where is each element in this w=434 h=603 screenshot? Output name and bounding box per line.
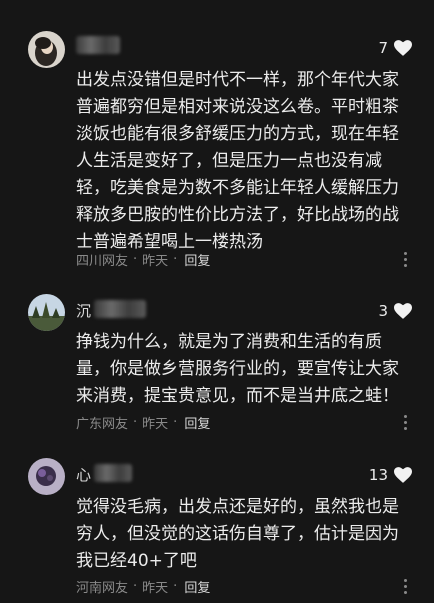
comment-meta: 广东网友 · 昨天 · 回复	[76, 413, 211, 432]
like-button[interactable]: 7	[378, 39, 412, 57]
avatar[interactable]	[28, 458, 65, 495]
like-count: 3	[378, 302, 388, 320]
like-button[interactable]: 3	[378, 302, 412, 320]
comment-meta: 四川网友 · 昨天 · 回复	[76, 250, 211, 269]
username[interactable]: 沉	[76, 300, 91, 321]
location: 广东网友	[76, 417, 129, 432]
location: 河南网友	[76, 581, 129, 596]
heart-icon	[394, 467, 412, 483]
comment-text: 觉得没毛病，出发点还是好的，虽然我也是 穷人，但没觉的这话伤自尊了，估计是因为 …	[76, 497, 399, 571]
location: 四川网友	[76, 254, 129, 269]
username-blurred[interactable]	[94, 300, 146, 318]
username-blurred[interactable]	[94, 464, 132, 482]
like-count: 7	[378, 39, 388, 57]
reply-button[interactable]: 回复	[184, 577, 210, 596]
comment-text: 挣钱为什么，就是为了消费和生活的有质 量，你是做乡营服务行业的，要宣传让大家 来…	[76, 332, 399, 406]
like-count: 13	[368, 466, 388, 484]
timestamp: 昨天	[142, 417, 169, 432]
reply-button[interactable]: 回复	[184, 413, 210, 432]
more-vertical-icon[interactable]	[404, 579, 408, 597]
heart-icon	[394, 303, 412, 319]
more-vertical-icon[interactable]	[404, 252, 408, 270]
avatar[interactable]	[28, 31, 65, 68]
more-vertical-icon[interactable]	[404, 415, 408, 433]
username[interactable]: 心	[76, 464, 91, 485]
comment-meta: 河南网友 · 昨天 · 回复	[76, 577, 211, 596]
reply-button[interactable]: 回复	[184, 250, 210, 269]
like-button[interactable]: 13	[369, 466, 412, 484]
comment-text: 出发点没错但是时代不一样，那个年代大家 普遍都穷但是相对来说没这么卷。平时粗茶 …	[76, 70, 399, 252]
timestamp: 昨天	[142, 581, 169, 596]
username-blurred[interactable]	[76, 36, 120, 54]
timestamp: 昨天	[142, 254, 169, 269]
avatar[interactable]	[28, 294, 65, 331]
heart-icon	[394, 40, 412, 56]
